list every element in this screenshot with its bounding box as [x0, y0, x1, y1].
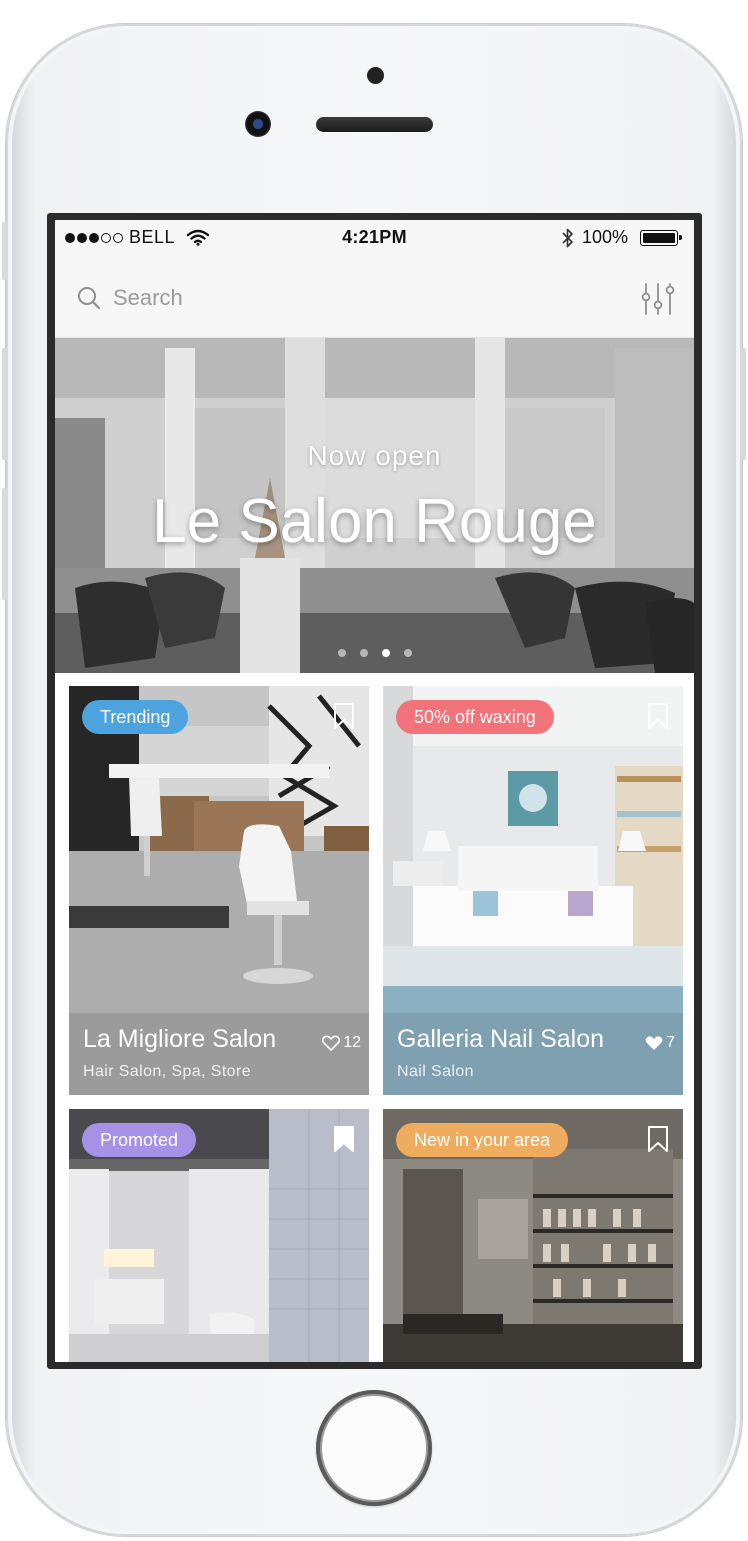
- earpiece-speaker: [316, 117, 433, 132]
- carousel-dot[interactable]: [337, 649, 346, 657]
- salon-card[interactable]: Promoted: [69, 1109, 369, 1362]
- heart-filled-icon: [645, 1036, 663, 1050]
- battery-percent: 100%: [581, 227, 628, 247]
- salon-category: Nail Salon: [397, 1063, 474, 1080]
- carousel-dot[interactable]: [403, 649, 412, 657]
- like-button[interactable]: 12: [322, 1034, 361, 1052]
- volume-up-button: [2, 348, 8, 460]
- card-badge: New in your area: [396, 1123, 569, 1157]
- home-button[interactable]: [316, 1390, 432, 1506]
- search-icon: [78, 287, 101, 310]
- search-bar: [55, 258, 694, 338]
- card-footer: La Migliore Salon Hair Salon, Spa, Store…: [69, 1013, 369, 1095]
- status-bar: BELL 4:21PM 100%: [55, 220, 694, 258]
- like-count: 12: [343, 1034, 361, 1051]
- app-screen: BELL 4:21PM 100% Search Now open Le Salo…: [55, 220, 694, 1362]
- carousel-page-indicator[interactable]: [55, 649, 694, 657]
- mute-switch: [2, 222, 8, 280]
- featured-salon-banner[interactable]: Now open Le Salon Rouge: [55, 338, 694, 673]
- bookmark-icon[interactable]: [647, 1125, 669, 1153]
- carousel-dot-active[interactable]: [381, 649, 390, 657]
- front-camera: [245, 111, 271, 137]
- like-button[interactable]: 7: [645, 1034, 675, 1052]
- sliders-icon[interactable]: [640, 282, 676, 316]
- bluetooth-icon: [562, 228, 573, 247]
- salon-name: La Migliore Salon: [83, 1025, 277, 1053]
- salon-card[interactable]: 50% off waxing Galleria Nail Salon Nail …: [383, 686, 683, 1095]
- volume-down-button: [2, 488, 8, 600]
- salon-card[interactable]: New in your area: [383, 1109, 683, 1362]
- like-count: 7: [666, 1034, 675, 1051]
- salon-category: Hair Salon, Spa, Store: [83, 1063, 251, 1080]
- screen-bezel: BELL 4:21PM 100% Search Now open Le Salo…: [47, 213, 702, 1369]
- card-badge: Promoted: [82, 1123, 197, 1157]
- bookmark-icon[interactable]: [333, 702, 355, 730]
- heart-outline-icon: [322, 1035, 341, 1051]
- card-badge: Trending: [82, 700, 189, 734]
- search-input[interactable]: [113, 280, 573, 316]
- bookmark-filled-icon[interactable]: [333, 1125, 355, 1153]
- bookmark-icon[interactable]: [647, 702, 669, 730]
- card-badge: 50% off waxing: [396, 700, 554, 734]
- battery-icon: [640, 229, 682, 246]
- card-footer: Galleria Nail Salon Nail Salon 7: [383, 1013, 683, 1095]
- carousel-dot[interactable]: [359, 649, 368, 657]
- hero-subtitle: Now open: [307, 440, 442, 471]
- hero-title: Le Salon Rouge: [152, 487, 597, 556]
- salon-card[interactable]: Trending La Migliore Salon Hair Salon, S…: [69, 686, 369, 1095]
- proximity-sensor: [367, 67, 384, 84]
- power-button: [740, 348, 746, 460]
- salon-name: Galleria Nail Salon: [397, 1025, 605, 1053]
